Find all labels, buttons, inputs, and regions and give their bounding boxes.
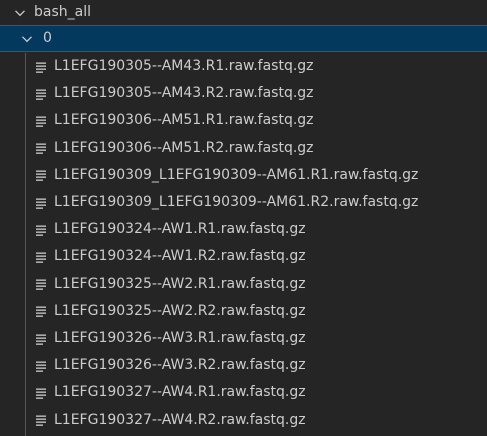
file-lines-icon [34, 114, 48, 128]
file-row[interactable]: L1EFG190305--AM43.R2.raw.fastq.gz [0, 80, 487, 107]
file-label: L1EFG190305--AM43.R2.raw.fastq.gz [54, 85, 314, 102]
file-row[interactable]: L1EFG190326--AW3.R1.raw.fastq.gz [0, 325, 487, 352]
file-label: L1EFG190305--AM43.R1.raw.fastq.gz [54, 58, 314, 74]
file-row[interactable]: L1EFG190325--AW2.R2.raw.fastq.gz [0, 298, 487, 325]
file-label: L1EFG190326--AW3.R2.raw.fastq.gz [54, 357, 306, 374]
file-label: L1EFG190309_L1EFG190309--AM61.R1.raw.fas… [54, 166, 419, 183]
file-row[interactable]: L1EFG190309_L1EFG190309--AM61.R2.raw.fas… [0, 189, 487, 216]
tree-item-label: bash_all [34, 4, 91, 20]
file-row[interactable]: L1EFG190306--AM51.R2.raw.fastq.gz [0, 135, 487, 162]
file-label: L1EFG190326--AW3.R1.raw.fastq.gz [54, 330, 306, 346]
file-row[interactable]: L1EFG190327--AW4.R1.raw.fastq.gz [0, 379, 487, 406]
file-lines-icon [34, 250, 48, 264]
file-lines-icon [34, 168, 48, 182]
chevron-down-icon[interactable] [12, 5, 28, 21]
tree-item-label: 0 [43, 30, 52, 46]
file-row[interactable]: L1EFG190326--AW3.R2.raw.fastq.gz [0, 352, 487, 379]
file-label: L1EFG190327--AW4.R1.raw.fastq.gz [54, 384, 306, 401]
file-label: L1EFG190309_L1EFG190309--AM61.R2.raw.fas… [54, 194, 419, 210]
file-row[interactable]: L1EFG190324--AW1.R1.raw.fastq.gz [0, 216, 487, 243]
file-lines-icon [34, 141, 48, 155]
file-lines-icon [34, 413, 48, 427]
file-label: L1EFG190324--AW1.R1.raw.fastq.gz [54, 221, 306, 238]
tree-item-folder-0[interactable]: 0 [0, 25, 487, 52]
file-label: L1EFG190325--AW2.R2.raw.fastq.gz [54, 302, 306, 319]
file-label: L1EFG190306--AM51.R1.raw.fastq.gz [54, 112, 314, 129]
file-row[interactable]: L1EFG190309_L1EFG190309--AM61.R1.raw.fas… [0, 162, 487, 189]
file-lines-icon [34, 386, 48, 400]
file-lines-icon [34, 60, 48, 74]
file-label: L1EFG190306--AM51.R2.raw.fastq.gz [54, 139, 314, 156]
file-lines-icon [34, 196, 48, 210]
file-row[interactable]: L1EFG190306--AM51.R1.raw.fastq.gz [0, 107, 487, 134]
file-lines-icon [34, 277, 48, 291]
file-lines-icon [34, 332, 48, 346]
file-row[interactable]: L1EFG190324--AW1.R2.raw.fastq.gz [0, 243, 487, 270]
tree-item-bash-all[interactable]: bash_all [0, 0, 487, 26]
file-lines-icon [34, 87, 48, 101]
explorer-tree: bash_all 0 L1EFG190305--AM43.R1.raw.fast… [0, 0, 487, 436]
file-row[interactable]: L1EFG190327--AW4.R2.raw.fastq.gz [0, 407, 487, 434]
file-row[interactable]: L1EFG190305--AM43.R1.raw.fastq.gz [0, 53, 487, 80]
file-label: L1EFG190327--AW4.R2.raw.fastq.gz [54, 411, 306, 428]
file-lines-icon [34, 223, 48, 237]
file-label: L1EFG190325--AW2.R1.raw.fastq.gz [54, 275, 306, 292]
chevron-down-icon[interactable] [19, 31, 35, 47]
file-lines-icon [34, 359, 48, 373]
file-lines-icon [34, 304, 48, 318]
file-label: L1EFG190324--AW1.R2.raw.fastq.gz [54, 248, 306, 265]
file-row[interactable]: L1EFG190325--AW2.R1.raw.fastq.gz [0, 271, 487, 298]
